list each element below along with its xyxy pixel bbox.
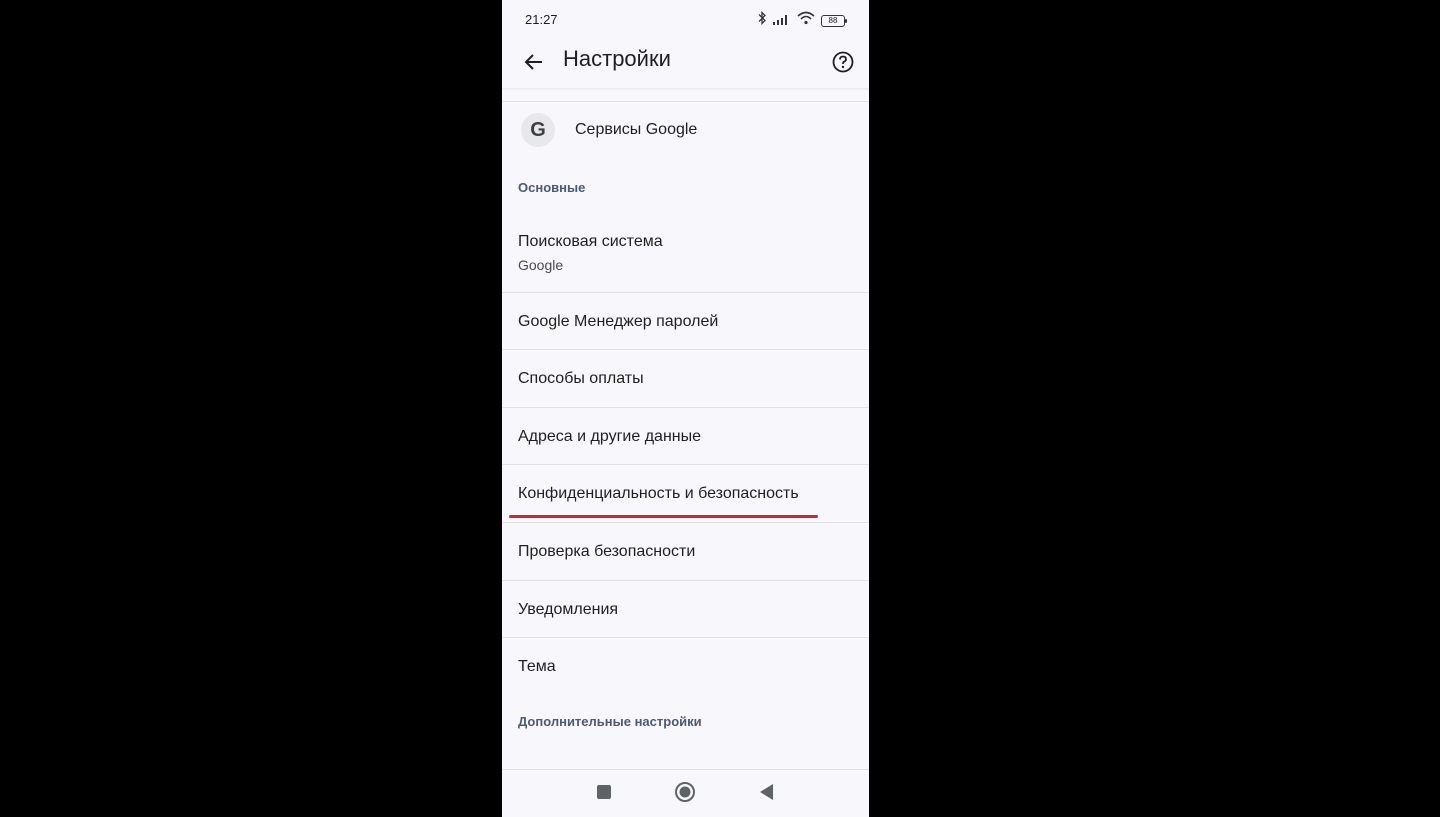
home-button[interactable]	[673, 781, 697, 808]
wifi-icon	[797, 11, 815, 30]
settings-item-password-manager[interactable]: Google Менеджер паролей	[502, 293, 869, 349]
section-header-advanced: Дополнительные настройки	[518, 714, 702, 729]
bluetooth-icon	[757, 10, 767, 30]
highlight-underline	[509, 515, 818, 518]
app-bar: Настройки	[502, 40, 869, 88]
signal-icon	[773, 12, 791, 30]
google-g-icon: G	[521, 113, 555, 147]
settings-item-title: Адреса и другие данные	[518, 428, 702, 445]
google-services-item[interactable]: G Сервисы Google	[502, 104, 869, 158]
back-button[interactable]	[516, 46, 552, 82]
recents-button[interactable]	[592, 782, 616, 806]
settings-item-title: Проверка безопасности	[518, 543, 696, 560]
settings-item-subtitle: Google	[518, 257, 564, 273]
settings-item-title: Тема	[518, 658, 556, 675]
section-header-basic: Основные	[518, 180, 586, 195]
page-title: Настройки	[563, 46, 671, 71]
system-nav-bar	[502, 769, 869, 817]
battery-icon: 88	[821, 14, 847, 27]
phone-screen: 21:27 88 Настройки G Сервисы Google Осно…	[502, 0, 869, 817]
settings-item-title: Google Менеджер паролей	[518, 313, 719, 330]
settings-item-search-engine[interactable]: Поисковая система Google	[502, 215, 869, 292]
settings-item-privacy-security[interactable]: Конфиденциальность и безопасность	[502, 465, 869, 522]
back-triangle-icon	[758, 783, 774, 806]
system-back-button[interactable]	[754, 782, 778, 806]
status-time: 21:27	[525, 12, 558, 27]
settings-item-theme[interactable]: Тема	[502, 638, 869, 695]
settings-item-notifications[interactable]: Уведомления	[502, 581, 869, 637]
recents-square-icon	[596, 784, 612, 805]
arrow-back-icon	[524, 52, 544, 77]
settings-item-title: Конфиденциальность и безопасность	[518, 485, 799, 502]
help-circle-icon	[832, 51, 854, 78]
divider	[502, 101, 869, 102]
settings-item-payment-methods[interactable]: Способы оплаты	[502, 350, 869, 407]
settings-item-title: Поисковая система	[518, 233, 663, 250]
status-icons: 88	[757, 10, 847, 30]
settings-item-title: Уведомления	[518, 601, 619, 618]
home-circle-icon	[674, 781, 696, 808]
settings-item-title: Способы оплаты	[518, 370, 644, 387]
settings-item-safety-check[interactable]: Проверка безопасности	[502, 523, 869, 580]
google-services-label: Сервисы Google	[575, 121, 698, 138]
status-bar: 21:27 88	[502, 0, 869, 40]
help-button[interactable]	[825, 46, 861, 82]
settings-item-addresses[interactable]: Адреса и другие данные	[502, 408, 869, 464]
